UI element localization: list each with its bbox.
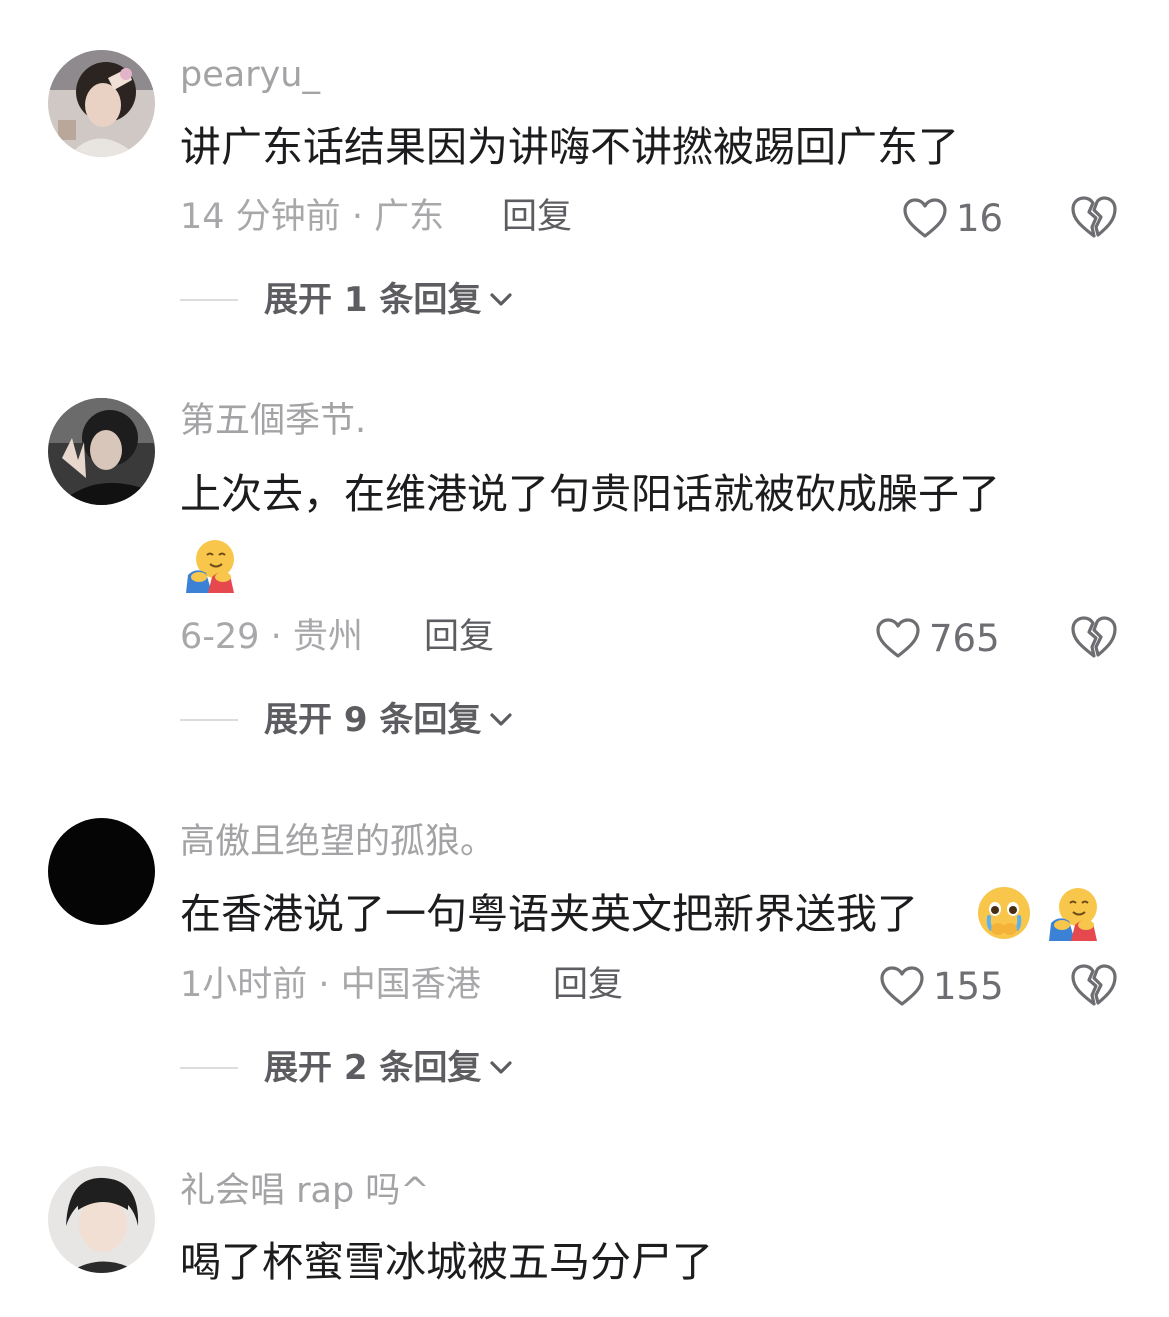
- dislike-button[interactable]: [1070, 614, 1118, 662]
- separator: ·: [270, 617, 282, 657]
- avatar[interactable]: [48, 818, 155, 925]
- like-count: 155: [933, 964, 1004, 1008]
- divider: [180, 719, 238, 721]
- expand-replies-label: 展开 2 条回复: [264, 1048, 482, 1088]
- heart-icon: [903, 198, 947, 238]
- chevron-down-icon: [490, 1061, 512, 1074]
- reply-button[interactable]: 回复: [424, 620, 494, 655]
- comment-time: 14 分钟前: [180, 197, 341, 237]
- username[interactable]: 高傲且绝望的孤狼。: [180, 825, 495, 860]
- heart-icon: [880, 966, 924, 1006]
- comment-meta: 14 分钟前 · 广东: [180, 200, 444, 235]
- like-button[interactable]: 155: [879, 962, 1004, 1010]
- comment-meta: 1小时前 · 中国香港: [180, 968, 481, 1003]
- comment-text: 喝了杯蜜雪冰城被五马分尸了: [180, 1238, 713, 1286]
- like-count: 16: [956, 196, 1004, 240]
- hugging-face-emoji: [1049, 888, 1098, 941]
- expand-replies-button[interactable]: 展开 1 条回复: [180, 280, 513, 320]
- username[interactable]: 礼会唱 rap 吗^: [180, 1174, 430, 1209]
- reply-button[interactable]: 回复: [502, 200, 572, 235]
- expand-replies-button[interactable]: 展开 9 条回复: [180, 700, 513, 740]
- expand-replies-label: 展开 9 条回复: [264, 700, 482, 740]
- separator: ·: [318, 965, 330, 1005]
- emoji-group: [976, 885, 1101, 941]
- chevron-down-icon: [490, 293, 512, 306]
- dislike-button[interactable]: [1070, 962, 1118, 1010]
- emoji-line: [182, 537, 238, 593]
- comment-text: 讲广东话结果因为讲嗨不讲撚被踢回广东了: [180, 123, 959, 171]
- expand-replies-label: 展开 1 条回复: [264, 280, 482, 320]
- broken-heart-icon: [1071, 964, 1117, 1006]
- comment-time: 6-29: [180, 617, 260, 657]
- comment-time: 1小时前: [180, 965, 308, 1005]
- like-button[interactable]: 765: [875, 614, 1000, 662]
- like-count: 765: [929, 616, 1000, 660]
- avatar[interactable]: [48, 50, 155, 157]
- username[interactable]: 第五個季节.: [180, 404, 366, 439]
- chevron-down-icon: [490, 713, 512, 726]
- broken-heart-icon: [1071, 196, 1117, 238]
- comment-text: 上次去，在维港说了句贵阳话就被砍成臊子了: [180, 470, 1000, 518]
- holding-back-tears-emoji: [978, 887, 1030, 939]
- comment-location: 中国香港: [340, 965, 481, 1005]
- divider: [180, 299, 238, 301]
- comment-text: 在香港说了一句粤语夹英文把新界送我了: [180, 890, 918, 938]
- comment-location: 贵州: [292, 617, 363, 657]
- expand-replies-button[interactable]: 展开 2 条回复: [180, 1048, 513, 1088]
- divider: [180, 1067, 238, 1069]
- heart-icon: [876, 618, 920, 658]
- username[interactable]: pearyu_: [180, 58, 320, 93]
- separator: ·: [351, 197, 363, 237]
- avatar[interactable]: [48, 1166, 155, 1273]
- broken-heart-icon: [1071, 616, 1117, 658]
- comment-location: 广东: [374, 197, 445, 237]
- avatar[interactable]: [48, 398, 155, 505]
- reply-button[interactable]: 回复: [553, 968, 623, 1003]
- comment-meta: 6-29 · 贵州: [180, 620, 363, 655]
- dislike-button[interactable]: [1070, 194, 1118, 242]
- like-button[interactable]: 16: [902, 194, 1003, 242]
- hugging-face-emoji: [186, 540, 234, 593]
